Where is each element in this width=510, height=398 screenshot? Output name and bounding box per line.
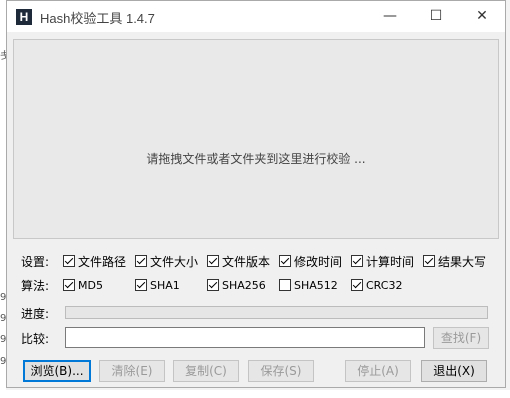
checkbox-label: SHA1 [150,278,180,292]
checkbox-box[interactable] [207,279,219,291]
checkbox-box[interactable] [279,279,291,291]
checkbox-sha1[interactable]: SHA1 [135,277,180,293]
maximize-icon[interactable]: ☐ [413,1,459,32]
file-drop-area[interactable]: 请拖拽文件或者文件夹到这里进行校验 ... [13,39,499,239]
title-bar[interactable]: H Hash校验工具 1.4.7 — ☐ ✕ [7,1,505,32]
checkbox-file-version[interactable]: 文件版本 [207,253,270,269]
checkbox-label: MD5 [78,278,103,292]
save-button[interactable]: 保存(S) [248,360,314,382]
checkbox-label: SHA256 [222,278,266,292]
progress-bar [65,306,488,319]
clear-button[interactable]: 清除(E) [99,360,165,382]
compare-label: 比较: [21,332,50,346]
app-logo-icon: H [16,9,32,25]
checkbox-file-path[interactable]: 文件路径 [63,253,126,269]
exit-button[interactable]: 退出(X) [421,360,487,382]
checkbox-crc32[interactable]: CRC32 [351,277,402,293]
checkbox-label: SHA512 [294,278,338,292]
progress-label: 进度: [21,307,50,321]
checkbox-box[interactable] [423,255,435,267]
settings-label: 设置: [21,255,50,269]
checkbox-box[interactable] [135,279,147,291]
checkbox-label: 文件大小 [150,254,199,269]
checkbox-box[interactable] [351,279,363,291]
drop-hint: 请拖拽文件或者文件夹到这里进行校验 ... [146,152,366,166]
window-title: Hash校验工具 1.4.7 [40,11,155,26]
copy-button[interactable]: 复制(C) [173,360,239,382]
checkbox-box[interactable] [351,255,363,267]
checkbox-box[interactable] [279,255,291,267]
checkbox-label: CRC32 [366,278,403,292]
checkbox-md5[interactable]: MD5 [63,277,103,293]
close-icon[interactable]: ✕ [459,1,505,32]
compare-input[interactable] [65,327,425,348]
checkbox-box[interactable] [63,255,75,267]
checkbox-sha512[interactable]: SHA512 [279,277,338,293]
stop-button[interactable]: 停止(A) [345,360,411,382]
checkbox-box[interactable] [63,279,75,291]
checkbox-calc-time[interactable]: 计算时间 [351,253,414,269]
checkbox-box[interactable] [207,255,219,267]
checkbox-label: 文件路径 [78,254,127,269]
minimize-icon[interactable]: — [367,1,413,32]
checkbox-label: 计算时间 [366,254,415,269]
browse-button[interactable]: 浏览(B)... [23,360,91,382]
checkbox-modified-time[interactable]: 修改时间 [279,253,342,269]
find-button[interactable]: 查找(F) [433,327,489,349]
algorithm-label: 算法: [21,279,50,293]
checkbox-box[interactable] [135,255,147,267]
checkbox-label: 结果大写 [438,254,487,269]
checkbox-file-size[interactable]: 文件大小 [135,253,198,269]
checkbox-label: 修改时间 [294,254,343,269]
background-app-bottom [0,390,510,398]
checkbox-label: 文件版本 [222,254,271,269]
checkbox-sha256[interactable]: SHA256 [207,277,266,293]
checkbox-uppercase-result[interactable]: 结果大写 [423,253,486,269]
hash-tool-window: H Hash校验工具 1.4.7 — ☐ ✕ 请拖拽文件或者文件夹到这里进行校验… [6,0,506,388]
